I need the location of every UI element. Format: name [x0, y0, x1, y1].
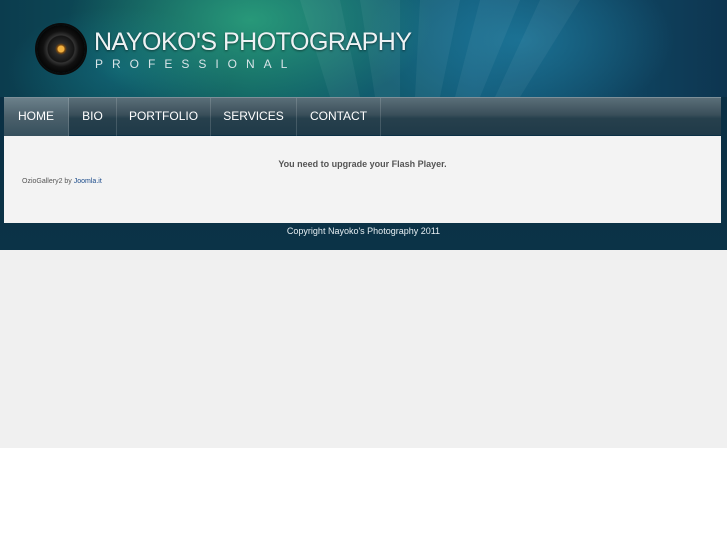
page-background-area: [0, 250, 727, 448]
nav-portfolio[interactable]: PORTFOLIO: [117, 98, 211, 136]
nav-contact[interactable]: CONTACT: [297, 98, 381, 136]
copyright-text: Copyright Nayoko's Photography 2011: [286, 226, 441, 236]
nav-services[interactable]: SERVICES: [211, 98, 297, 136]
main-navigation: HOME BIO PORTFOLIO SERVICES CONTACT: [4, 97, 721, 136]
flash-upgrade-message[interactable]: You need to upgrade your Flash Player.: [4, 159, 721, 169]
content-area: You need to upgrade your Flash Player. O…: [4, 136, 721, 223]
nav-home[interactable]: HOME: [4, 98, 69, 136]
site-frame: NAYOKO'S PHOTOGRAPHY PROFESSIONAL HOME B…: [0, 0, 727, 250]
site-subtitle: PROFESSIONAL: [95, 57, 297, 71]
gallery-credit: OzioGallery2 by Joomla.it: [22, 178, 102, 185]
site-title[interactable]: NAYOKO'S PHOTOGRAPHY: [94, 28, 412, 57]
joomla-link[interactable]: Joomla.it: [74, 178, 102, 185]
header-banner: NAYOKO'S PHOTOGRAPHY PROFESSIONAL: [0, 0, 727, 97]
nav-bio[interactable]: BIO: [69, 98, 117, 136]
credit-prefix: OzioGallery2 by: [22, 178, 72, 185]
camera-lens-icon[interactable]: [37, 25, 85, 73]
